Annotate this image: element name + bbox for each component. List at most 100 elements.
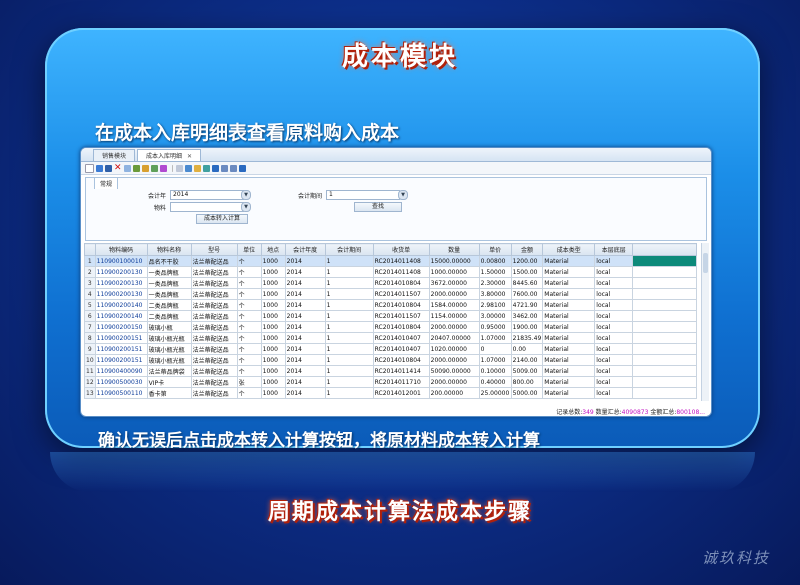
table-cell[interactable]: 个 — [236, 332, 262, 344]
table-cell[interactable]: 一类品牌瓶 — [146, 277, 192, 289]
table-cell[interactable]: 个 — [236, 343, 262, 355]
table-cell[interactable]: 个 — [236, 299, 262, 311]
table-cell[interactable]: local — [594, 354, 634, 366]
column-header[interactable]: 金额 — [510, 243, 544, 256]
column-header[interactable]: 本层底层 — [594, 243, 634, 256]
table-cell[interactable]: VIP卡 — [146, 376, 192, 388]
column-header[interactable]: 会计期间 — [324, 243, 374, 256]
copy-icon[interactable] — [124, 164, 131, 172]
table-cell[interactable]: Material — [542, 365, 596, 377]
table-cell[interactable]: 1584.00000 — [428, 299, 480, 311]
table-cell[interactable]: 1.07000 — [478, 332, 512, 344]
table-cell-extra[interactable] — [632, 376, 698, 388]
filter-tab-general[interactable]: 常规 — [94, 177, 119, 189]
table-row[interactable]: 9 110900200151 玻璃小瓶光瓶 法兰蒂配送品个 1000 2014 1 RC201… — [84, 343, 698, 355]
scrollbar-thumb[interactable] — [703, 253, 708, 273]
table-cell[interactable]: 法兰蒂品牌袋 — [146, 365, 192, 377]
table-cell[interactable]: Material — [542, 255, 596, 267]
table-row[interactable]: 4 110900200130 一类品牌瓶 法兰蒂配送品个 1000 2014 1 RC2014… — [84, 288, 698, 300]
table-cell[interactable]: RC2014011408 — [372, 255, 430, 267]
table-cell[interactable]: RC2014011414 — [372, 365, 430, 377]
table-cell[interactable]: 2014 — [284, 332, 326, 344]
table-cell[interactable]: 个 — [236, 288, 262, 300]
table-cell[interactable]: Material — [542, 354, 596, 366]
table-cell[interactable]: 2140.00 — [510, 354, 544, 366]
table-cell[interactable]: Material — [542, 332, 596, 344]
table-cell[interactable]: 1500.00 — [510, 266, 544, 278]
table-cell[interactable]: 1900.00 — [510, 321, 544, 333]
table-cell[interactable]: 2.98100 — [478, 299, 512, 311]
table-cell-extra[interactable] — [632, 332, 698, 344]
table-cell[interactable]: 110900200130 — [94, 277, 148, 289]
table-cell[interactable]: 110900200150 — [94, 321, 148, 333]
table-cell[interactable]: RC2014010804 — [372, 354, 430, 366]
table-cell[interactable]: 玻璃小瓶光瓶 — [146, 332, 192, 344]
table-cell[interactable]: 2014 — [284, 343, 326, 355]
print-icon[interactable] — [142, 164, 149, 172]
table-row[interactable]: 13 110900500110 香卡第 法兰蒂配送品个 1000 2014 1 RC20140… — [84, 387, 698, 399]
table-cell[interactable]: Material — [542, 310, 596, 322]
table-cell[interactable]: 个 — [236, 365, 262, 377]
table-cell[interactable]: RC2014010407 — [372, 343, 430, 355]
table-cell-extra[interactable] — [632, 255, 698, 267]
table-cell[interactable]: 1 — [324, 354, 374, 366]
table-cell[interactable]: 法兰蒂配送品 — [190, 376, 238, 388]
table-cell[interactable]: 110900200140 — [94, 299, 148, 311]
table-cell[interactable]: 2014 — [284, 277, 326, 289]
column-header[interactable]: 成本类型 — [542, 243, 596, 256]
refresh-icon[interactable] — [203, 164, 210, 172]
search-button[interactable]: 查找 — [354, 202, 402, 212]
table-cell[interactable]: 法兰蒂配送品 — [190, 299, 238, 311]
table-cell-extra[interactable] — [632, 387, 698, 399]
table-cell[interactable]: 1 — [324, 299, 374, 311]
table-cell[interactable]: 法兰蒂配送品 — [190, 365, 238, 377]
last-icon[interactable] — [239, 164, 246, 172]
table-cell[interactable]: 个 — [236, 266, 262, 278]
table-cell[interactable]: Material — [542, 299, 596, 311]
table-cell[interactable]: 1 — [324, 266, 374, 278]
table-cell[interactable]: 1 — [324, 310, 374, 322]
table-cell[interactable]: 2014 — [284, 321, 326, 333]
new-icon[interactable] — [85, 163, 94, 173]
material-field[interactable] — [170, 202, 244, 212]
table-cell[interactable]: 玻璃小瓶光瓶 — [146, 354, 192, 366]
table-cell[interactable]: 110900200151 — [94, 343, 148, 355]
next-icon[interactable] — [230, 164, 237, 172]
table-cell[interactable]: 110900200151 — [94, 354, 148, 366]
table-cell[interactable]: local — [594, 255, 634, 267]
table-cell[interactable]: RC2014012001 — [372, 387, 430, 399]
close-icon[interactable]: ✕ — [187, 153, 192, 160]
table-cell[interactable]: 玻璃小瓶 — [146, 321, 192, 333]
table-cell[interactable]: local — [594, 266, 634, 278]
table-cell[interactable]: 0.00800 — [478, 255, 512, 267]
table-cell[interactable]: 110900200151 — [94, 332, 148, 344]
table-cell[interactable]: 1.50000 — [478, 266, 512, 278]
table-row[interactable]: 11 110900400090 法兰蒂品牌袋 法兰蒂配送品个 1000 2014 1 RC20… — [84, 365, 698, 377]
table-cell[interactable]: 110900200130 — [94, 266, 148, 278]
table-cell[interactable]: 5000.00 — [510, 387, 544, 399]
table-row[interactable]: 5 110900200140 二类品牌瓶 法兰蒂配送品个 1000 2014 1 RC2014… — [84, 299, 698, 311]
table-cell[interactable]: 1 — [324, 365, 374, 377]
table-cell[interactable]: 法兰蒂配送品 — [190, 288, 238, 300]
table-row[interactable]: 3 110900200130 一类品牌瓶 法兰蒂配送品个 1000 2014 1 RC2014… — [84, 277, 698, 289]
table-cell[interactable]: 个 — [236, 255, 262, 267]
table-cell[interactable]: 25.00000 — [478, 387, 512, 399]
table-cell[interactable]: 法兰蒂配送品 — [190, 354, 238, 366]
table-cell[interactable]: 800.00 — [510, 376, 544, 388]
table-cell[interactable]: local — [594, 376, 634, 388]
table-row[interactable]: 12 110900500030 VIP卡 法兰蒂配送品张 1000 2014 1 RC2014… — [84, 376, 698, 388]
delete-icon[interactable]: ✕ — [114, 163, 122, 172]
column-header[interactable]: 收货单 — [372, 243, 430, 256]
table-cell[interactable]: 1 — [324, 288, 374, 300]
fiscal-year-field[interactable]: 2014 — [170, 190, 244, 200]
table-cell[interactable]: 0.95000 — [478, 321, 512, 333]
column-header[interactable]: 物料名称 — [146, 243, 192, 256]
table-cell[interactable]: 3462.00 — [510, 310, 544, 322]
table-cell[interactable]: 1 — [324, 387, 374, 399]
table-cell[interactable]: 110900200130 — [94, 288, 148, 300]
column-header[interactable]: 单位 — [236, 243, 262, 256]
table-cell[interactable]: RC2014011710 — [372, 376, 430, 388]
table-cell[interactable]: local — [594, 310, 634, 322]
find-icon[interactable] — [176, 164, 183, 172]
table-cell[interactable]: 110900200140 — [94, 310, 148, 322]
